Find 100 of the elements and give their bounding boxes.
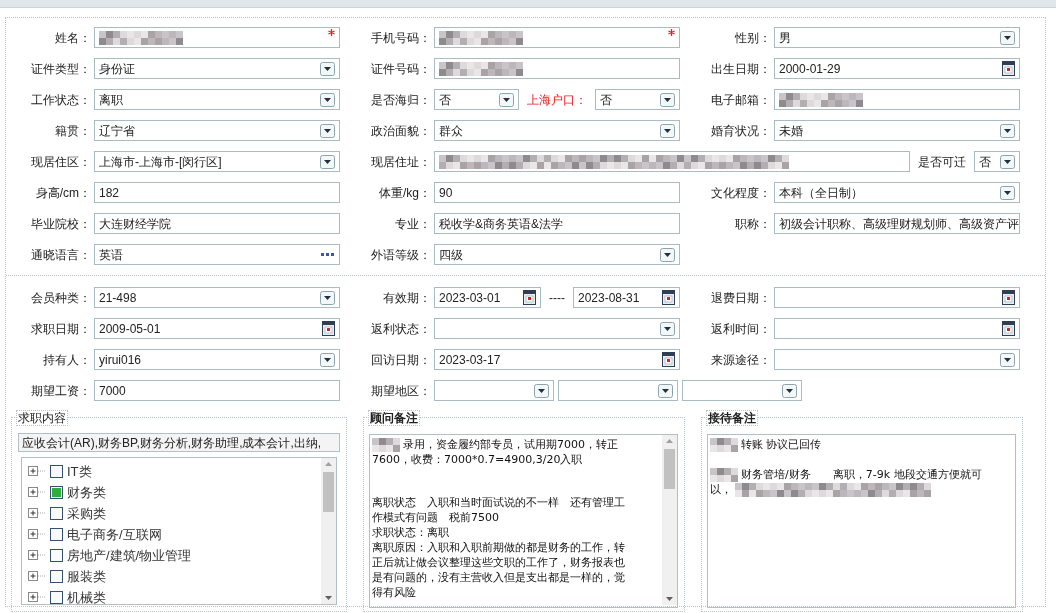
date-field[interactable]: 2009-05-01 xyxy=(94,318,340,339)
date-field[interactable]: 2023-03-17 xyxy=(434,349,680,370)
checkbox[interactable] xyxy=(50,465,63,478)
field-label: 期望地区： xyxy=(370,382,432,400)
text-field[interactable]: 初级会计职称、高级理财规划师、高级资产评 xyxy=(774,213,1020,234)
select-field[interactable] xyxy=(774,349,1020,370)
text-field[interactable]: 182 xyxy=(94,182,340,203)
select-field[interactable]: 21-498 xyxy=(94,287,340,308)
expand-toggle-icon[interactable] xyxy=(28,571,46,582)
blurred-text xyxy=(710,437,738,452)
ellipsis-icon xyxy=(321,252,335,257)
field-label: 是否海归： xyxy=(370,91,432,109)
text-field[interactable]: 90 xyxy=(434,182,680,203)
tree-item-label[interactable]: 服装类 xyxy=(67,566,106,587)
select-field[interactable]: 否 xyxy=(595,89,680,110)
field-label: 有效期： xyxy=(382,289,432,307)
tree-item-label[interactable]: IT类 xyxy=(67,461,92,482)
note-text: 财务管培/财务 离职，7-9k 地段交通方便就可 xyxy=(741,467,982,482)
blurred-text xyxy=(372,437,400,452)
tree-item-label[interactable]: 财务类 xyxy=(67,482,106,503)
text-field[interactable]: 大连财经学院 xyxy=(94,213,340,234)
field-label: 现居住址： xyxy=(370,153,432,171)
tree-item-label[interactable]: 电子商务/互联网 xyxy=(67,524,162,545)
field-label: 返利时间： xyxy=(710,320,772,338)
field-label: 身高/cm： xyxy=(34,184,92,202)
calendar-icon xyxy=(662,290,675,305)
checkbox[interactable] xyxy=(50,549,63,562)
expand-toggle-icon[interactable] xyxy=(28,466,46,477)
field-label: 电子邮箱： xyxy=(710,91,772,109)
select-field[interactable]: 身份证 xyxy=(94,58,340,79)
notes-textarea[interactable]: 转账 协议已回传 财务管培/财务 离职，7-9k 地段交通方便就可 以， xyxy=(707,434,1016,608)
text-field[interactable] xyxy=(94,27,340,48)
field-label: 工作状态： xyxy=(30,91,92,109)
note-text: 录用，资金履约部专员，试用期7000，转正 xyxy=(403,437,618,452)
select-field[interactable]: 群众 xyxy=(434,120,680,141)
field-label: 职称： xyxy=(734,215,772,233)
panel-title: 求职内容 xyxy=(16,410,68,426)
date-field[interactable]: 2023-08-31 xyxy=(573,287,680,308)
checkbox[interactable] xyxy=(50,570,63,583)
expand-toggle-icon[interactable] xyxy=(28,487,46,498)
checkbox[interactable] xyxy=(50,591,63,604)
scrollbar-thumb[interactable] xyxy=(664,449,675,489)
tree-item-label[interactable]: 机械类 xyxy=(67,587,106,604)
select-field[interactable]: 离职 xyxy=(94,89,340,110)
calendar-icon xyxy=(1002,290,1015,305)
asterisk-icon xyxy=(328,29,335,36)
select-field[interactable]: yirui016 xyxy=(94,349,340,370)
expand-toggle-icon[interactable] xyxy=(28,529,46,540)
field-label: 政治面貌： xyxy=(370,122,432,140)
select-field[interactable] xyxy=(434,380,554,401)
field-label: 婚育状况： xyxy=(710,122,772,140)
scrollbar[interactable] xyxy=(321,458,336,604)
date-field[interactable]: 2023-03-01 xyxy=(434,287,541,308)
date-field[interactable] xyxy=(774,287,1020,308)
select-field[interactable]: 男 xyxy=(774,27,1020,48)
field-label: 返利状态： xyxy=(370,320,432,338)
field-label: 求职日期： xyxy=(30,320,92,338)
text-field[interactable] xyxy=(434,151,910,172)
lookup-field[interactable]: 英语 xyxy=(94,244,340,265)
text-field[interactable] xyxy=(434,58,680,79)
expand-toggle-icon[interactable] xyxy=(28,550,46,561)
text-field[interactable] xyxy=(434,27,680,48)
text-field[interactable] xyxy=(774,89,1020,110)
expand-toggle-icon[interactable] xyxy=(28,592,46,603)
text-field[interactable]: 税收学&商务英语&法学 xyxy=(434,213,680,234)
checkbox[interactable] xyxy=(50,528,63,541)
scrollbar[interactable] xyxy=(662,435,677,605)
field-label: 手机号码： xyxy=(370,29,432,47)
note-text: 离职原因：入职和入职前期做的都是财务的工作，转 xyxy=(372,540,625,555)
tree-item-label[interactable]: 房地产/建筑/物业管理 xyxy=(67,545,192,566)
select-field[interactable] xyxy=(558,380,678,401)
select-field[interactable] xyxy=(682,380,802,401)
note-text: 以， xyxy=(710,482,732,497)
select-field[interactable]: 否 xyxy=(974,151,1020,172)
date-field[interactable] xyxy=(774,318,1020,339)
select-field[interactable]: 未婚 xyxy=(774,120,1020,141)
calendar-icon xyxy=(322,321,335,336)
notes-textarea[interactable]: 录用，资金履约部专员，试用期7000，转正 7600，收费：7000*0.7=4900,3/20入职 离职状态 入职和当时面试说的不一样 还有管理工 作模式有问题 税前7500 求职状态：离职 离职原因：入职和入职前期做的都是财务的工作，转 正后就让做会议整理这些文职的工作了，财务报表也 是有问题的，没有主营收入但是支出都是一样的，觉 得有风险 xyxy=(369,434,678,608)
tree-item-label[interactable]: 采购类 xyxy=(67,503,106,524)
select-field[interactable]: 上海市-上海市-[闵行区] xyxy=(94,151,340,172)
checkbox[interactable] xyxy=(50,507,63,520)
calendar-icon xyxy=(1002,61,1015,76)
date-field[interactable]: 2000-01-29 xyxy=(774,58,1020,79)
note-text: 正后就让做会议整理这些文职的工作了，财务报表也 xyxy=(372,555,625,570)
select-field[interactable]: 本科（全日制） xyxy=(774,182,1020,203)
select-field[interactable]: 辽宁省 xyxy=(94,120,340,141)
field-label: 文化程度： xyxy=(710,184,772,202)
scrollbar-thumb[interactable] xyxy=(323,472,334,512)
selected-jobs-field[interactable]: 应收会计(AR),财务BP,财务分析,财务助理,成本会计,出纳, xyxy=(18,433,340,452)
select-field[interactable]: 四级 xyxy=(434,244,680,265)
field-label: 专业： xyxy=(394,215,432,233)
note-text: 是有问题的，没有主营收入但是支出都是一样的，觉 xyxy=(372,570,625,585)
panel-title: 顾问备注 xyxy=(368,410,420,426)
expand-toggle-icon[interactable] xyxy=(28,508,46,519)
select-field[interactable]: 否 xyxy=(434,89,519,110)
text-field[interactable]: 7000 xyxy=(94,380,340,401)
field-label: 通晓语言： xyxy=(30,246,92,264)
calendar-icon xyxy=(662,352,675,367)
checkbox[interactable] xyxy=(50,486,63,499)
select-field[interactable] xyxy=(434,318,680,339)
